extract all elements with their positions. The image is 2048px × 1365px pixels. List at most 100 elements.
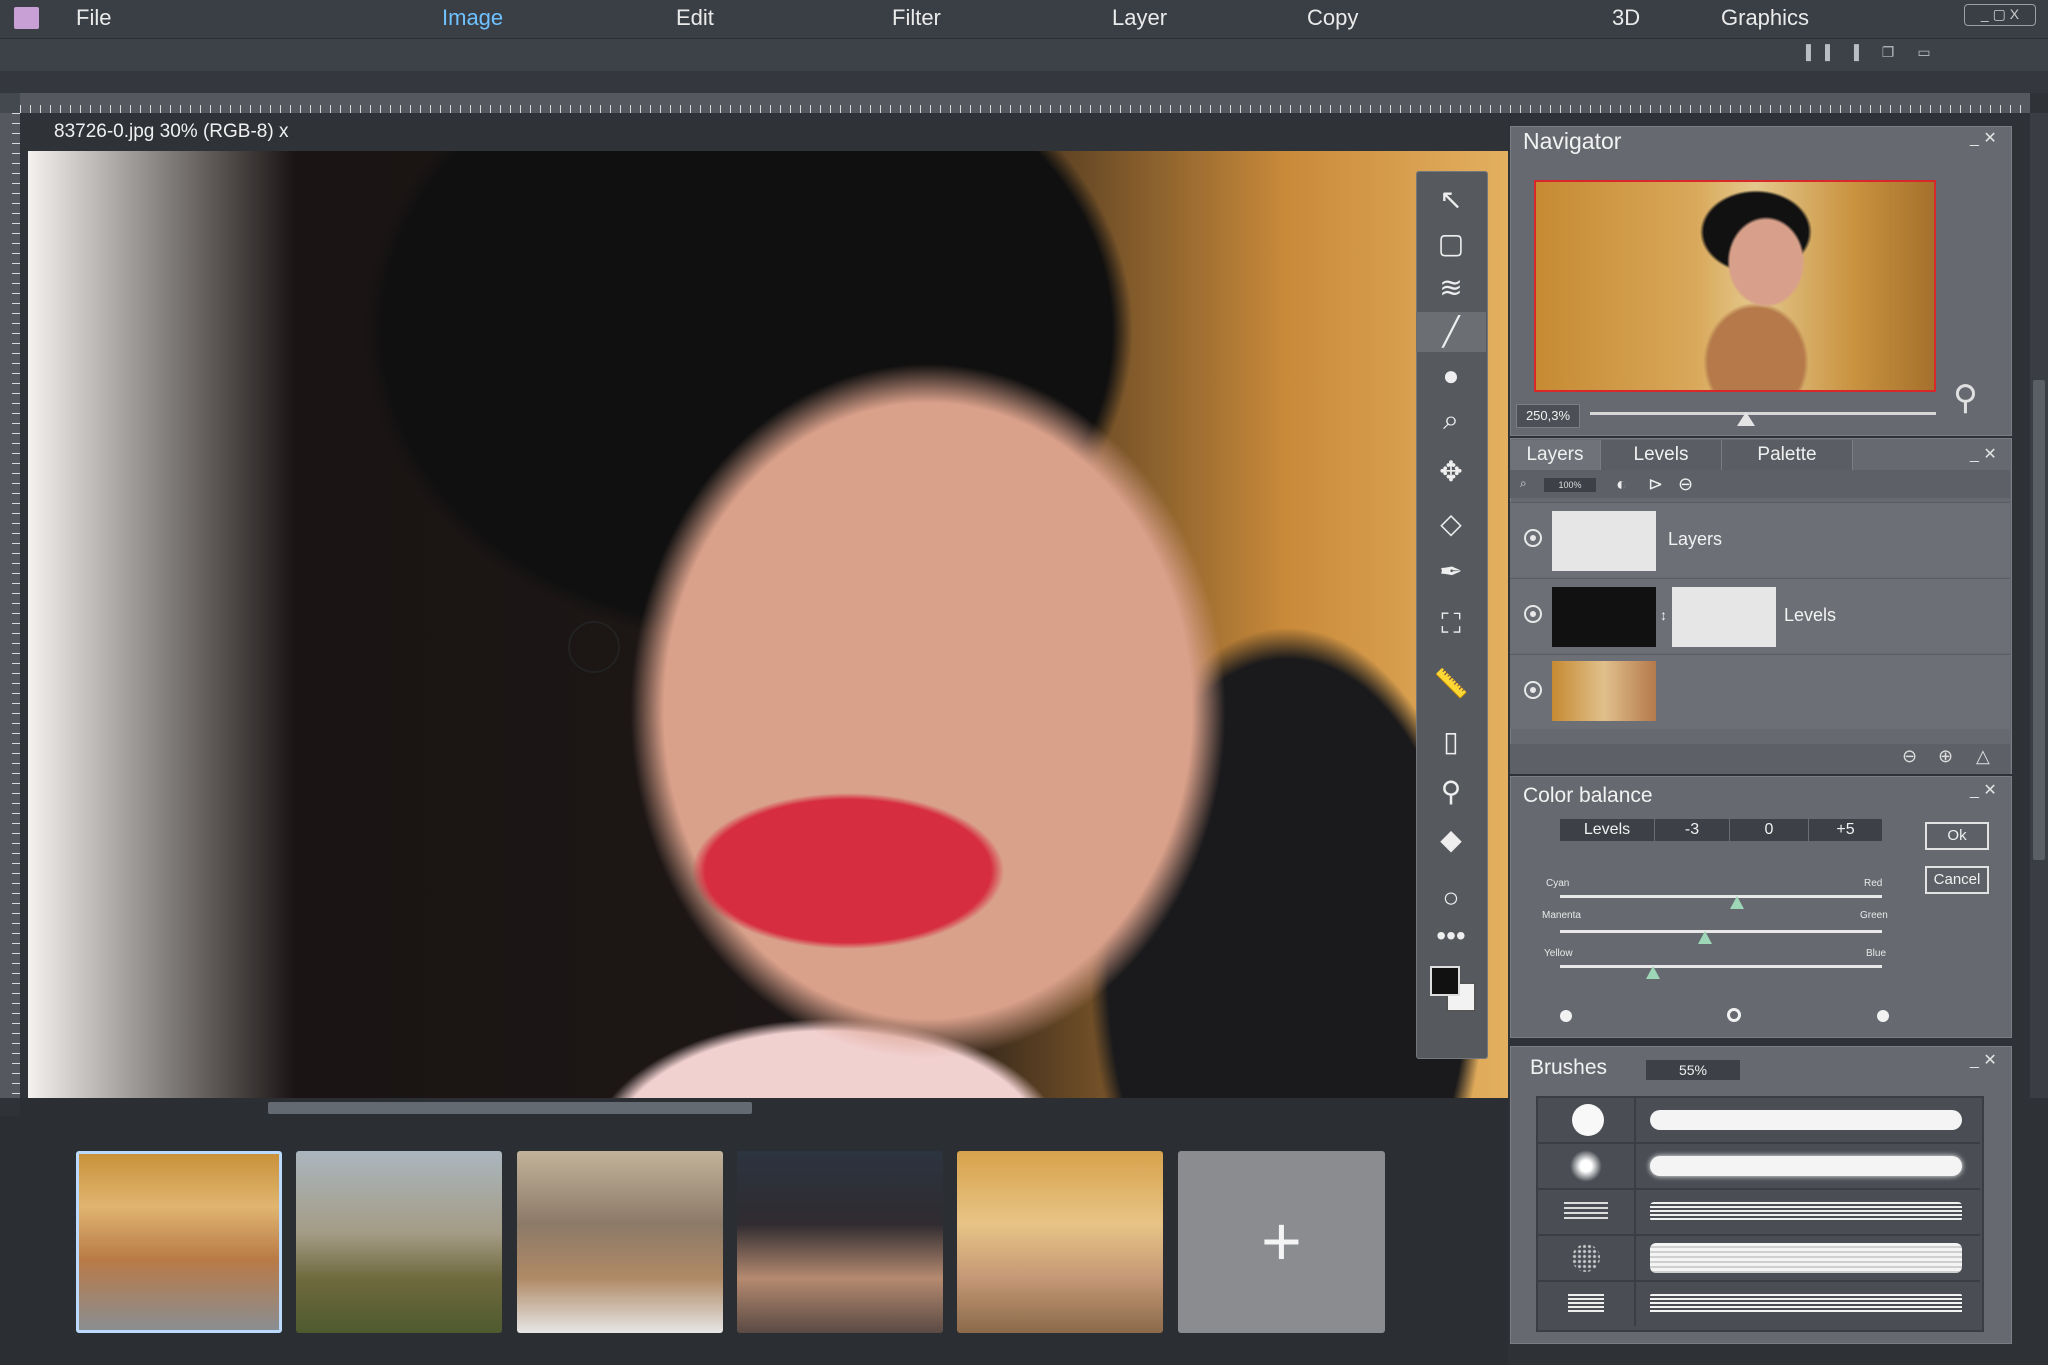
navigator-zoom-value[interactable]: 250,3% <box>1516 404 1580 428</box>
brush-tip-icon <box>1538 1282 1636 1326</box>
ruler-horizontal <box>20 93 2030 113</box>
crop-icon[interactable]: ⛶ <box>1416 604 1486 644</box>
eraser-icon[interactable]: ◆ <box>1416 820 1486 860</box>
vertical-scroll-thumb[interactable] <box>2033 380 2045 860</box>
document-title[interactable]: 83726-0.jpg 30% (RGB-8) x <box>54 121 288 143</box>
menu-layer[interactable]: Layer <box>1112 5 1167 31</box>
window-controls[interactable]: _ ▢ X <box>1964 4 2036 26</box>
brush-size-field[interactable]: 55% <box>1646 1060 1740 1080</box>
layer-name: Layers <box>1668 529 1723 549</box>
layer-thumbnail <box>1552 511 1656 571</box>
filmstrip-thumb-3[interactable] <box>517 1151 723 1333</box>
cyan-red-slider[interactable] <box>1560 895 1882 898</box>
layer-thumbnail <box>1672 587 1776 647</box>
visibility-eye-icon[interactable] <box>1524 529 1542 547</box>
navigator-close-icon[interactable]: _ ✕ <box>1970 128 1997 148</box>
align-bottom-icon[interactable]: ▐ <box>1844 44 1864 62</box>
add-image-button[interactable]: + <box>1178 1151 1385 1333</box>
pen-icon[interactable]: ✒ <box>1416 552 1486 592</box>
eyedropper-icon[interactable]: ⚲ <box>1416 772 1486 812</box>
menu-image[interactable]: Image <box>442 5 503 31</box>
navigator-preview[interactable] <box>1534 180 1936 392</box>
tab-levels[interactable]: Levels <box>1601 440 1722 470</box>
menu-edit[interactable]: Edit <box>676 5 714 31</box>
brush-preset-soft[interactable] <box>1538 1144 1980 1190</box>
navigator-zoom-knob[interactable] <box>1736 412 1755 426</box>
yellow-blue-knob[interactable] <box>1646 966 1661 979</box>
chain-link-icon[interactable]: ↕ <box>1660 607 1667 623</box>
warning-icon[interactable]: △ <box>1976 746 1990 767</box>
move-icon[interactable]: ✥ <box>1416 452 1486 492</box>
layer-row-3[interactable] <box>1510 654 2010 729</box>
link-icon[interactable]: ⊖ <box>1678 474 1693 495</box>
ok-button[interactable]: Ok <box>1925 822 1989 850</box>
magenta-green-slider[interactable] <box>1560 930 1882 933</box>
image-icon[interactable]: ▭ <box>1914 44 1934 62</box>
zoom-icon[interactable]: ⌕ <box>1416 400 1486 440</box>
color-balance-title: Color balance <box>1523 784 1653 807</box>
back-icon[interactable]: ⊖ <box>1902 746 1917 767</box>
menu-graphics[interactable]: Graphics <box>1721 5 1809 31</box>
paint-bucket-icon[interactable]: ◇ <box>1416 504 1486 544</box>
visibility-eye-icon[interactable] <box>1524 605 1542 623</box>
navigator-zoom-slider[interactable] <box>1590 412 1936 415</box>
brush-preset-lines[interactable] <box>1538 1282 1980 1326</box>
filmstrip-thumb-4[interactable] <box>737 1151 943 1333</box>
brush-icon[interactable]: ╱ <box>1416 312 1486 352</box>
layer-opacity-field[interactable]: 100% <box>1544 478 1596 492</box>
brush-stroke-preview <box>1650 1110 1962 1130</box>
search-icon[interactable]: ⌕ <box>1520 476 1527 491</box>
brush-stroke-preview <box>1650 1294 1962 1314</box>
cyan-red-knob[interactable] <box>1730 896 1745 909</box>
menu-3d[interactable]: 3D <box>1612 5 1640 31</box>
rectangle-select-icon[interactable]: ▢ <box>1416 224 1486 264</box>
radio-midtones[interactable] <box>1727 1008 1741 1022</box>
horizontal-scrollbar[interactable] <box>20 1098 1508 1116</box>
page-icon[interactable]: ▯ <box>1416 722 1486 762</box>
ellipse-icon[interactable]: ○ <box>1416 878 1486 918</box>
radio-shadows[interactable] <box>1560 1010 1572 1022</box>
color-balance-close-icon[interactable]: _ ✕ <box>1970 780 1997 800</box>
ruler-corner <box>0 93 20 113</box>
brush-tip-icon <box>1538 1098 1636 1142</box>
ruler-icon[interactable]: 📏 <box>1416 664 1486 704</box>
drop-icon[interactable]: ● <box>1416 356 1486 396</box>
menu-filter[interactable]: Filter <box>892 5 941 31</box>
more-icon[interactable]: ••• <box>1416 916 1486 956</box>
layer-row-2[interactable]: ↕ Levels <box>1510 578 2010 653</box>
arrow-icon[interactable]: ↖ <box>1416 180 1486 220</box>
layers-close-icon[interactable]: _ ✕ <box>1970 444 1997 464</box>
location-pin-icon[interactable]: ⚲ <box>1953 378 1983 418</box>
brush-preset-hard[interactable] <box>1538 1098 1980 1144</box>
contrast-icon[interactable]: ◐ <box>1616 474 1627 495</box>
brush-preset-spray[interactable] <box>1538 1236 1980 1282</box>
level-value-3[interactable]: +5 <box>1809 819 1882 841</box>
cancel-button[interactable]: Cancel <box>1925 866 1989 894</box>
visibility-eye-icon[interactable] <box>1524 681 1542 699</box>
yellow-blue-slider[interactable] <box>1560 965 1882 968</box>
radio-highlights[interactable] <box>1877 1010 1889 1022</box>
level-value-1[interactable]: -3 <box>1655 819 1730 841</box>
menu-file[interactable]: File <box>76 5 111 31</box>
brushes-close-icon[interactable]: _ ✕ <box>1970 1050 1997 1070</box>
filmstrip-thumb-1[interactable] <box>76 1151 282 1333</box>
tab-palette[interactable]: Palette <box>1722 440 1853 470</box>
brush-tip-icon <box>1538 1190 1636 1234</box>
foreground-color-swatch[interactable] <box>1430 966 1460 996</box>
image-canvas[interactable] <box>28 151 1508 1098</box>
layer-row-1[interactable]: Layers <box>1510 502 2010 577</box>
arrange-icon[interactable]: ❐ <box>1878 44 1898 62</box>
level-value-2[interactable]: 0 <box>1730 819 1809 841</box>
play-icon[interactable]: ⊳ <box>1648 474 1663 495</box>
tab-layers[interactable]: Layers <box>1510 440 1601 470</box>
layers-icon[interactable]: ≋ <box>1416 268 1486 308</box>
filmstrip-thumb-5[interactable] <box>957 1151 1163 1333</box>
forward-icon[interactable]: ⊕ <box>1938 746 1953 767</box>
filmstrip-thumb-2[interactable] <box>296 1151 502 1333</box>
horizontal-scroll-thumb[interactable] <box>268 1102 752 1114</box>
menu-copy[interactable]: Copy <box>1307 5 1358 31</box>
magenta-green-knob[interactable] <box>1697 931 1712 944</box>
brush-preset-bristle[interactable] <box>1538 1190 1980 1236</box>
align-middle-icon[interactable]: ▌ <box>1820 44 1840 62</box>
align-top-icon[interactable]: ▐ <box>1796 44 1816 62</box>
